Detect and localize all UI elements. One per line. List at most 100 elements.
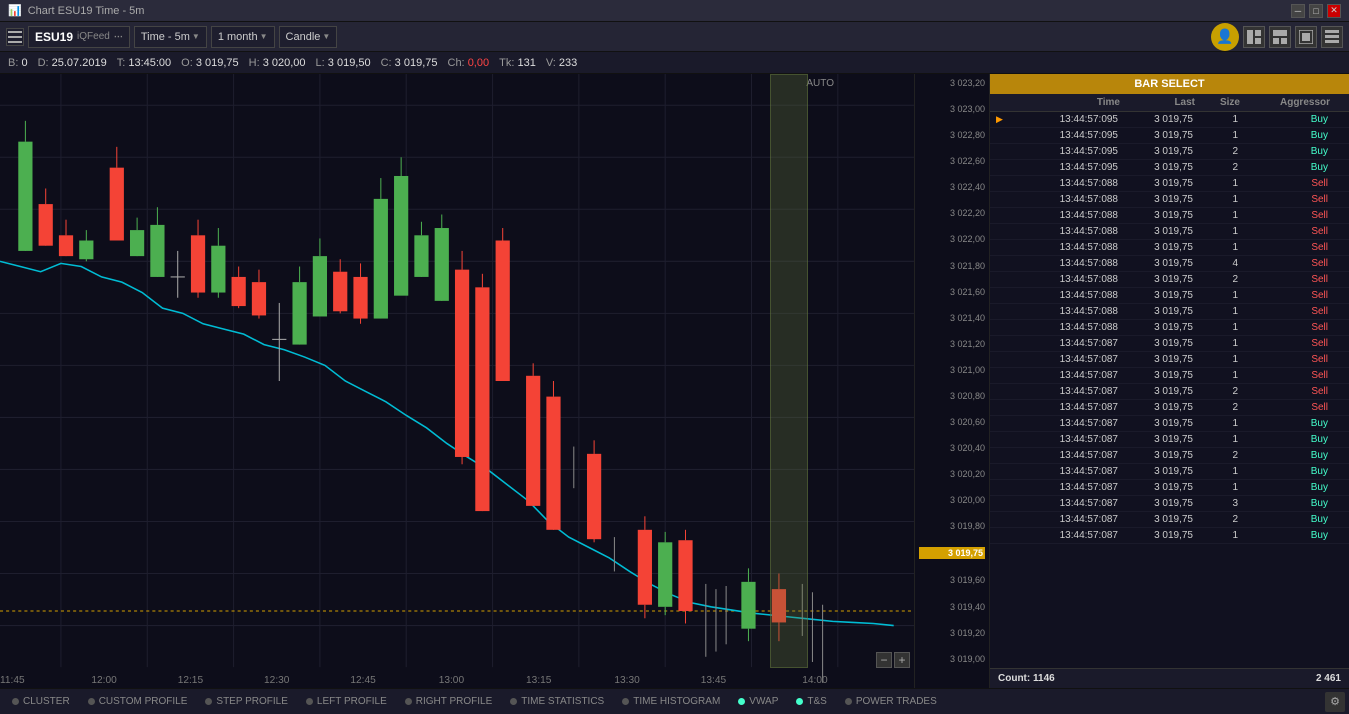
table-row[interactable]: 13:44:57:087 3 019,75 3 Buy None xyxy=(990,496,1349,512)
row-time: 13:44:57:088 xyxy=(1010,257,1120,270)
bottom-btn-left-profile[interactable]: LEFT PROFILE xyxy=(298,692,395,712)
bottom-btn-time-histogram[interactable]: TIME HISTOGRAM xyxy=(614,692,728,712)
col-tick: Tick direction xyxy=(1330,97,1349,108)
row-flag xyxy=(994,433,1010,446)
timeframe-value: Time - 5m xyxy=(141,31,190,43)
row-flag: ▶ xyxy=(994,113,1010,126)
table-row[interactable]: 13:44:57:088 3 019,75 1 Sell None xyxy=(990,304,1349,320)
btn-dot-icon xyxy=(12,698,19,705)
table-row[interactable]: 13:44:57:095 3 019,75 2 Buy None xyxy=(990,160,1349,176)
row-aggressor: Sell xyxy=(1240,177,1330,190)
table-row[interactable]: 13:44:57:087 3 019,75 1 Buy None xyxy=(990,480,1349,496)
table-row[interactable]: 13:44:57:088 3 019,75 2 Sell None xyxy=(990,272,1349,288)
chart-area[interactable]: AUTO xyxy=(0,74,914,688)
timeframe-dropdown[interactable]: Time - 5m ▼ xyxy=(134,26,207,48)
layout-btn-2[interactable] xyxy=(1269,26,1291,48)
row-size: 1 xyxy=(1195,369,1240,382)
row-flag xyxy=(994,177,1010,190)
bottom-btn-power-trades[interactable]: POWER TRADES xyxy=(837,692,945,712)
bottom-btn-vwap[interactable]: VWAP xyxy=(730,692,786,712)
row-tick: None xyxy=(1330,257,1349,270)
account-icon[interactable]: 👤 xyxy=(1211,23,1239,51)
bottom-btn-right-profile[interactable]: RIGHT PROFILE xyxy=(397,692,501,712)
layout-btn-1[interactable] xyxy=(1243,26,1265,48)
col-aggressor: Aggressor xyxy=(1240,97,1330,108)
row-flag xyxy=(994,161,1010,174)
table-row[interactable]: 13:44:57:087 3 019,75 1 Buy None xyxy=(990,464,1349,480)
row-size: 1 xyxy=(1195,337,1240,350)
table-row[interactable]: 13:44:57:095 3 019,75 1 Buy None xyxy=(990,128,1349,144)
period-dropdown[interactable]: 1 month ▼ xyxy=(211,26,275,48)
bottom-btn-custom-profile[interactable]: CUSTOM PROFILE xyxy=(80,692,196,712)
table-row[interactable]: 13:44:57:087 3 019,75 2 Sell None xyxy=(990,384,1349,400)
row-time: 13:44:57:088 xyxy=(1010,177,1120,190)
zoom-in-button[interactable]: + xyxy=(894,652,910,668)
row-size: 1 xyxy=(1195,193,1240,206)
price-label: 3 019,60 xyxy=(919,575,985,585)
row-last: 3 019,75 xyxy=(1120,433,1195,446)
table-row[interactable]: 13:44:57:088 3 019,75 1 Sell None xyxy=(990,240,1349,256)
row-time: 13:44:57:095 xyxy=(1010,161,1120,174)
menu-icon[interactable] xyxy=(6,28,24,46)
bottom-btn-time-statistics[interactable]: TIME STATISTICS xyxy=(502,692,612,712)
row-last: 3 019,75 xyxy=(1120,193,1195,206)
svg-text:13:30: 13:30 xyxy=(614,675,640,686)
maximize-button[interactable]: □ xyxy=(1309,4,1323,18)
table-row[interactable]: ▶ 13:44:57:095 3 019,75 1 Buy None xyxy=(990,112,1349,128)
row-flag xyxy=(994,481,1010,494)
price-label: 3 019,40 xyxy=(919,602,985,612)
close-button[interactable]: ✕ xyxy=(1327,4,1341,18)
bottom-btn-tands[interactable]: T&S xyxy=(788,692,834,712)
row-time: 13:44:57:087 xyxy=(1010,513,1120,526)
table-row[interactable]: 13:44:57:087 3 019,75 1 Buy None xyxy=(990,416,1349,432)
table-row[interactable]: 13:44:57:087 3 019,75 1 Sell None xyxy=(990,336,1349,352)
bottom-btn-cluster[interactable]: CLUSTER xyxy=(4,692,78,712)
row-last: 3 019,75 xyxy=(1120,177,1195,190)
row-size: 2 xyxy=(1195,449,1240,462)
row-aggressor: Sell xyxy=(1240,289,1330,302)
window-controls[interactable]: ─ □ ✕ xyxy=(1291,4,1341,18)
table-row[interactable]: 13:44:57:087 3 019,75 2 Sell None xyxy=(990,400,1349,416)
row-time: 13:44:57:095 xyxy=(1010,145,1120,158)
row-time: 13:44:57:087 xyxy=(1010,465,1120,478)
table-row[interactable]: 13:44:57:088 3 019,75 1 Sell None xyxy=(990,224,1349,240)
table-row[interactable]: 13:44:57:088 3 019,75 1 Sell None xyxy=(990,208,1349,224)
bottom-btn-step-profile[interactable]: STEP PROFILE xyxy=(197,692,296,712)
table-row[interactable]: 13:44:57:088 3 019,75 1 Sell None xyxy=(990,288,1349,304)
table-row[interactable]: 13:44:57:087 3 019,75 1 Buy None xyxy=(990,432,1349,448)
table-row[interactable]: 13:44:57:087 3 019,75 2 Buy None xyxy=(990,512,1349,528)
table-row[interactable]: 13:44:57:087 3 019,75 1 Sell None xyxy=(990,352,1349,368)
row-time: 13:44:57:087 xyxy=(1010,497,1120,510)
ts-panel: BAR SELECT Time Last Size Aggressor Tick… xyxy=(989,74,1349,688)
row-tick: None xyxy=(1330,193,1349,206)
chart-type-dropdown[interactable]: Candle ▼ xyxy=(279,26,338,48)
row-aggressor: Sell xyxy=(1240,257,1330,270)
row-size: 2 xyxy=(1195,385,1240,398)
row-aggressor: Buy xyxy=(1240,129,1330,142)
layout-btn-3[interactable] xyxy=(1295,26,1317,48)
table-row[interactable]: 13:44:57:088 3 019,75 1 Sell None xyxy=(990,320,1349,336)
row-time: 13:44:57:088 xyxy=(1010,305,1120,318)
row-size: 2 xyxy=(1195,273,1240,286)
ts-table-body[interactable]: ▶ 13:44:57:095 3 019,75 1 Buy None 13:44… xyxy=(990,112,1349,668)
settings-button[interactable]: ⚙ xyxy=(1325,692,1345,712)
btn-dot-icon xyxy=(845,698,852,705)
table-row[interactable]: 13:44:57:087 3 019,75 2 Buy None xyxy=(990,448,1349,464)
symbol-selector[interactable]: ESU19 iQFeed ⋯ xyxy=(28,26,130,48)
zoom-out-button[interactable]: − xyxy=(876,652,892,668)
row-aggressor: Buy xyxy=(1240,433,1330,446)
row-size: 1 xyxy=(1195,529,1240,542)
table-row[interactable]: 13:44:57:088 3 019,75 1 Sell None xyxy=(990,192,1349,208)
row-last: 3 019,75 xyxy=(1120,369,1195,382)
row-size: 1 xyxy=(1195,225,1240,238)
table-row[interactable]: 13:44:57:087 3 019,75 1 Sell None xyxy=(990,368,1349,384)
table-row[interactable]: 13:44:57:088 3 019,75 1 Sell None xyxy=(990,176,1349,192)
table-row[interactable]: 13:44:57:088 3 019,75 4 Sell None xyxy=(990,256,1349,272)
minimize-button[interactable]: ─ xyxy=(1291,4,1305,18)
row-time: 13:44:57:095 xyxy=(1010,113,1120,126)
layout-btn-4[interactable] xyxy=(1321,26,1343,48)
table-row[interactable]: 13:44:57:087 3 019,75 1 Buy None xyxy=(990,528,1349,544)
row-last: 3 019,75 xyxy=(1120,337,1195,350)
row-size: 1 xyxy=(1195,481,1240,494)
table-row[interactable]: 13:44:57:095 3 019,75 2 Buy None xyxy=(990,144,1349,160)
